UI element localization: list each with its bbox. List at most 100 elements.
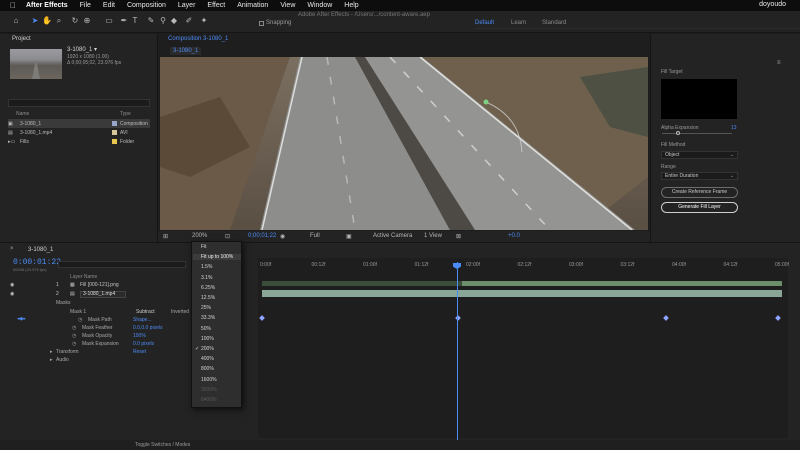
workspace-standard[interactable]: Standard [542,20,566,26]
panel-menu-icon[interactable]: ≡ [777,60,781,66]
eye-icon[interactable]: ◉ [10,282,14,288]
transform-reset[interactable]: Reset [133,349,146,355]
eraser-tool-icon[interactable]: ◆ [169,16,179,26]
hand-tool-icon[interactable]: ✋ [42,16,52,26]
menu-help[interactable]: Help [344,2,358,9]
timeline-tab[interactable]: 3-1080_1 [28,247,53,253]
zoom-tool-icon[interactable]: ⌕ [54,16,64,26]
create-reference-frame-button[interactable]: Create Reference Frame [661,187,738,198]
roi-icon[interactable]: ▣ [346,233,352,240]
composition-tab[interactable]: Composition 3-1080_1 [168,36,228,42]
layer-name-header[interactable]: Layer Name [70,274,97,280]
menu-effect[interactable]: Effect [207,2,225,9]
layer-row[interactable]: ◉ 1 ▦ Fill [000-121].png [8,282,190,290]
keyframe-nav-icon[interactable]: ◂◆▸ [17,316,26,322]
project-search-input[interactable] [8,99,150,107]
menu-animation[interactable]: Animation [237,2,268,9]
fill-method-select[interactable]: Object ⌄ [661,151,738,159]
apple-icon[interactable]:  [10,1,16,10]
toggle-switches-modes[interactable]: Toggle Switches / Modes [135,442,190,448]
footage-frame[interactable] [160,57,648,230]
zoom-menu-item[interactable]: 6.25% [201,285,215,291]
menu-edit[interactable]: Edit [103,2,115,9]
grid-icon[interactable]: ⊡ [225,233,230,240]
workspace-learn[interactable]: Learn [511,20,526,26]
stopwatch-icon[interactable]: ◷ [72,325,76,331]
mask-1[interactable]: Mask 1 [70,309,86,315]
project-item-comp[interactable]: ▣ 3-1080_1 Composition [8,119,150,128]
workspace-default[interactable]: Default [475,20,494,26]
alpha-expansion-knob[interactable] [676,131,680,135]
resolution-select[interactable]: Full [310,233,320,239]
comp-breadcrumb[interactable]: 3-1080_1 [170,47,202,55]
layer-name-box[interactable]: 3-1080_1.mp4 [80,291,126,298]
clone-stamp-tool-icon[interactable]: ⚲ [158,16,168,26]
alpha-expansion-value[interactable]: 13 [731,125,737,131]
menu-composition[interactable]: Composition [127,2,166,9]
brush-tool-icon[interactable]: ✎ [146,16,156,26]
mask-path-value[interactable]: Shape... [133,317,152,323]
time-ruler[interactable]: 0:00f 00:12f 01:00f 01:12f 02:00f 02:12f 03:00… [258,262,789,272]
menu-file[interactable]: File [80,2,91,9]
zoom-menu-item[interactable]: 6400% [201,397,217,403]
project-item-footage[interactable]: ▤ 3-1080_1.mp4 AVI [8,128,150,137]
transform-group[interactable]: Transform [56,349,79,355]
zoom-menu-item[interactable]: 400% [201,356,214,362]
zoom-menu-item[interactable]: 3.1% [201,275,212,281]
zoom-menu-item[interactable]: 33.3% [201,315,215,321]
menu-layer[interactable]: Layer [178,2,196,9]
type-tool-icon[interactable]: T [130,16,140,26]
app-name[interactable]: After Effects [26,2,68,9]
viewer-timecode[interactable]: 0;00;01;22 [248,233,276,239]
playhead[interactable] [457,262,458,440]
expand-arrow-icon[interactable]: ▸ [50,349,53,355]
col-type[interactable]: Type [120,111,131,117]
view-layout-select[interactable]: 1 View [424,233,442,239]
project-item-folder[interactable]: ▸▭ Fills Folder [8,137,150,146]
audio-group[interactable]: Audio [56,357,69,363]
stopwatch-icon[interactable]: ◷ [72,333,76,339]
zoom-menu-item[interactable]: 12.5% [201,295,215,301]
zoom-menu-item[interactable]: 50% [201,326,211,332]
roto-brush-tool-icon[interactable]: ✐ [184,16,194,26]
zoom-menu-item[interactable]: 100% [201,336,214,342]
zoom-select[interactable]: 200% [192,233,207,239]
camera-select[interactable]: Active Camera [373,233,412,239]
menu-window[interactable]: Window [307,2,332,9]
snapshot-icon[interactable]: ◉ [280,233,285,240]
rotate-tool-icon[interactable]: ↻ [70,16,80,26]
zoom-menu-item[interactable]: Fit up to 100% [193,254,241,261]
mask-feather-value[interactable]: 0.0,0.0 pixels [133,325,162,331]
exposure-value[interactable]: +0.0 [508,233,520,239]
magnify-icon[interactable]: ⊞ [163,233,168,240]
zoom-menu-item[interactable]: 1.5% [201,264,212,270]
generate-fill-layer-button[interactable]: Generate Fill Layer [661,202,738,213]
timeline-search-input[interactable] [58,261,186,268]
stopwatch-icon[interactable]: ◷ [72,341,76,347]
pen-tool-icon[interactable]: ✒ [119,16,129,26]
expand-arrow-icon[interactable]: ▸ [50,357,53,363]
zoom-menu-item[interactable]: 800% [201,366,214,372]
render-icon[interactable]: ⊠ [456,233,461,240]
alpha-expansion-slider[interactable] [662,133,732,134]
mask-expansion-value[interactable]: 0.0 pixels [133,341,154,347]
range-select[interactable]: Entire Duration ⌄ [661,172,738,180]
snapping-checkbox[interactable] [259,21,264,26]
project-tab[interactable]: Project [12,36,31,42]
zoom-menu-item[interactable]: 3200% [201,387,217,393]
zoom-menu-item[interactable]: Fit [201,244,207,250]
menu-view[interactable]: View [280,2,295,9]
home-icon[interactable]: ⌂ [11,16,21,26]
camera-tool-icon[interactable]: ⊕ [82,16,92,26]
current-time[interactable]: 0:00:01:22 [13,258,61,267]
puppet-tool-icon[interactable]: ✦ [199,16,209,26]
layer-row-selected[interactable]: ◉ 2 ▤ 3-1080_1.mp4 [8,291,190,299]
zoom-menu-item[interactable]: 1600% [201,377,217,383]
inverted-checkbox[interactable]: Inverted [171,309,189,315]
col-name[interactable]: Name [16,111,29,117]
masks-group[interactable]: Masks [56,300,70,306]
eye-icon[interactable]: ◉ [10,291,14,297]
zoom-menu-item[interactable]: 200% [201,346,214,352]
selection-tool-icon[interactable]: ➤ [30,16,40,26]
mask-opacity-value[interactable]: 100% [133,333,146,339]
